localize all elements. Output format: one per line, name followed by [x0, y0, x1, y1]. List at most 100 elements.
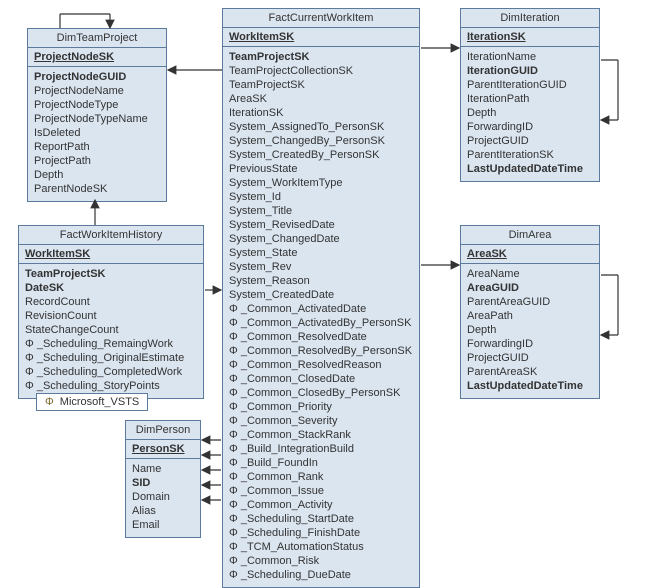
entity-field: System_WorkItemType — [229, 176, 413, 190]
entity-dim-team-project: DimTeamProjectProjectNodeSKProjectNodeGU… — [27, 28, 167, 202]
entity-fields: ProjectNodeGUIDProjectNodeName ProjectNod… — [28, 67, 166, 201]
field-text: _TCM_AutomationStatus — [241, 541, 364, 553]
field-text: _Scheduling_StoryPoints — [37, 380, 160, 392]
field-text: System_State — [229, 247, 297, 259]
entity-field: AreaName — [467, 267, 593, 281]
field-text: Depth — [467, 324, 496, 336]
field-text: _Common_ClosedBy_PersonSK — [241, 387, 401, 399]
entity-field: Φ _Common_ResolvedDate — [229, 330, 413, 344]
entity-field: Φ _Common_StackRank — [229, 428, 413, 442]
phi-icon: Φ — [229, 569, 241, 581]
entity-field: Alias — [132, 504, 194, 518]
entity-field: Φ _Common_ResolvedReason — [229, 358, 413, 372]
entity-field: AreaPath — [467, 309, 593, 323]
field-text: SID — [132, 477, 150, 489]
field-text: ProjectPath — [34, 155, 91, 167]
field-text: PreviousState — [229, 163, 297, 175]
field-text: DateSK — [25, 282, 64, 294]
phi-icon: Φ — [229, 415, 241, 427]
field-text: _Common_StackRank — [241, 429, 351, 441]
phi-icon: Φ — [45, 396, 54, 408]
field-text: IsDeleted — [34, 127, 80, 139]
entity-field: Φ _Scheduling_OriginalEstimate — [25, 351, 197, 365]
entity-field: TeamProjectSK — [229, 50, 413, 64]
field-text: TeamProjectSK — [229, 79, 305, 91]
entity-primary-key: PersonSK — [126, 440, 200, 459]
field-text: _Scheduling_OriginalEstimate — [37, 352, 184, 364]
entity-field: Depth — [34, 168, 160, 182]
field-text: IterationGUID — [467, 65, 538, 77]
field-text: System_Title — [229, 205, 292, 217]
entity-field: IterationPath — [467, 92, 593, 106]
entity-field: RecordCount — [25, 295, 197, 309]
phi-icon: Φ — [229, 513, 241, 525]
field-text: _Scheduling_FinishDate — [241, 527, 360, 539]
entity-field: Φ _Scheduling_DueDate — [229, 568, 413, 582]
field-text: _Common_Risk — [241, 555, 319, 567]
field-text: _Scheduling_CompletedWork — [37, 366, 182, 378]
entity-field: ProjectNodeGUID — [34, 70, 160, 84]
field-text: Email — [132, 519, 160, 531]
entity-field: Φ _Common_ActivatedBy_PersonSK — [229, 316, 413, 330]
phi-icon: Φ — [229, 345, 241, 357]
entity-field: Φ _Scheduling_RemaingWork — [25, 337, 197, 351]
entity-fact-work-item-history: FactWorkItemHistoryWorkItemSKTeamProject… — [18, 225, 204, 399]
field-text: LastUpdatedDateTime — [467, 380, 583, 392]
field-text: ParentNodeSK — [34, 183, 107, 195]
field-text: Depth — [467, 107, 496, 119]
entity-field: Φ _Common_Severity — [229, 414, 413, 428]
field-text: _Build_FoundIn — [241, 457, 318, 469]
entity-field: Φ _Common_Rank — [229, 470, 413, 484]
entity-field: IterationSK — [229, 106, 413, 120]
field-text: Depth — [34, 169, 63, 181]
entity-dim-person: DimPersonPersonSKNameSIDDomainAliasEmail — [125, 420, 201, 538]
entity-field: System_RevisedDate — [229, 218, 413, 232]
field-text: _Common_Activity — [241, 499, 333, 511]
entity-field: Φ _Common_ActivatedDate — [229, 302, 413, 316]
field-text: AreaSK — [229, 93, 267, 105]
legend-microsoft-vsts: Φ Microsoft_VSTS — [36, 393, 148, 411]
field-text: Domain — [132, 491, 170, 503]
entity-field: IterationGUID — [467, 64, 593, 78]
phi-icon: Φ — [229, 429, 241, 441]
field-text: ParentIterationSK — [467, 149, 554, 161]
entity-field: Φ _Build_IntegrationBuild — [229, 442, 413, 456]
field-text: ProjectNodeTypeName — [34, 113, 148, 125]
field-text: System_Rev — [229, 261, 291, 273]
field-text: StateChangeCount — [25, 324, 119, 336]
field-text: System_AssignedTo_PersonSK — [229, 121, 384, 133]
entity-dim-iteration: DimIterationIterationSKIterationNameIter… — [460, 8, 600, 182]
entity-field: Φ _Scheduling_StoryPoints — [25, 379, 197, 393]
phi-icon: Φ — [25, 352, 37, 364]
entity-title: FactCurrentWorkItem — [223, 9, 419, 28]
entity-field: Depth — [467, 106, 593, 120]
entity-fields: TeamProjectSK TeamProjectCollectionSK Team… — [223, 47, 419, 587]
phi-icon: Φ — [229, 401, 241, 413]
phi-icon: Φ — [229, 317, 241, 329]
field-text: ParentAreaSK — [467, 366, 537, 378]
phi-icon: Φ — [229, 443, 241, 455]
field-text: TeamProjectCollectionSK — [229, 65, 353, 77]
entity-field: AreaGUID — [467, 281, 593, 295]
phi-icon: Φ — [229, 527, 241, 539]
entity-field: System_State — [229, 246, 413, 260]
field-text: ParentIterationGUID — [467, 79, 567, 91]
field-text: _Common_Rank — [241, 471, 324, 483]
entity-field: System_Id — [229, 190, 413, 204]
field-text: _Scheduling_RemaingWork — [37, 338, 173, 350]
entity-field: ParentAreaSK — [467, 365, 593, 379]
field-text: System_ChangedBy_PersonSK — [229, 135, 385, 147]
entity-primary-key: WorkItemSK — [19, 245, 203, 264]
entity-field: RevisionCount — [25, 309, 197, 323]
entity-field: ParentNodeSK — [34, 182, 160, 196]
entity-field: Name — [132, 462, 194, 476]
field-text: _Build_IntegrationBuild — [241, 443, 354, 455]
field-text: ProjectGUID — [467, 352, 529, 364]
phi-icon: Φ — [229, 387, 241, 399]
phi-icon: Φ — [25, 380, 37, 392]
field-text: Name — [132, 463, 161, 475]
field-text: ProjectGUID — [467, 135, 529, 147]
entity-field: ProjectNodeTypeName — [34, 112, 160, 126]
field-text: ProjectNodeName — [34, 85, 124, 97]
field-text: TeamProjectSK — [229, 51, 310, 63]
